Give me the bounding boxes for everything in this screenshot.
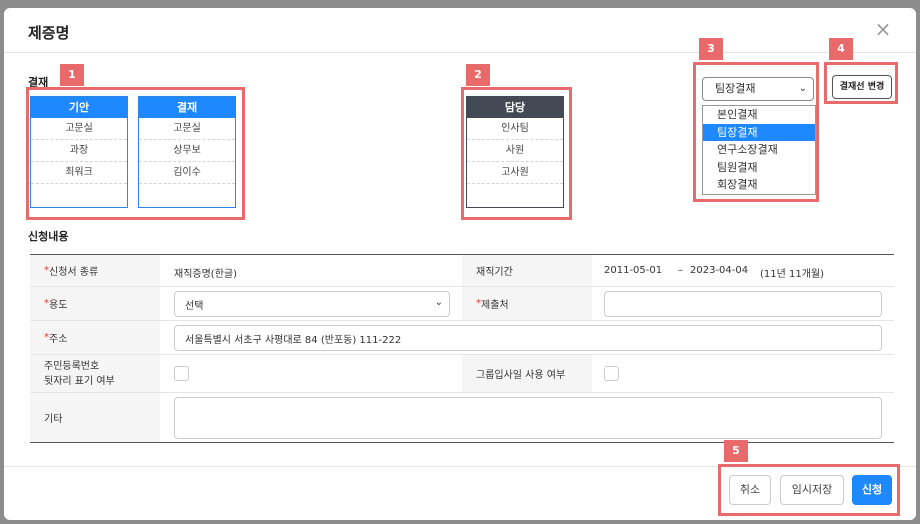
submit-button[interactable]: 신청	[852, 475, 892, 505]
annotation-badge-4: 4	[829, 38, 853, 60]
modal-title: 제증명	[28, 24, 70, 42]
address-label: * 주소	[30, 321, 160, 354]
annotation-badge-2: 2	[466, 64, 490, 86]
approval-cell: 고문실	[139, 118, 235, 140]
period-start: 2011-05-01	[604, 265, 663, 276]
handler-cell: 고사원	[467, 162, 563, 184]
period-length: (11년 11개월)	[760, 269, 825, 280]
handler-col: 담당 인사팀 사원 고사원	[466, 96, 564, 208]
etc-label: 기타	[30, 393, 160, 442]
rrn-label: 주민등록번호 뒷자리 표기 여부	[30, 355, 160, 392]
purpose-select[interactable]: 선택 ⌄	[174, 291, 450, 317]
form-row-etc: 기타	[30, 393, 894, 443]
change-approval-line-button[interactable]: 결재선 변경	[832, 75, 892, 99]
approval-col-draft: 기안 고문실 과장 최워크	[30, 96, 128, 208]
group-join-label: 그룹입사일 사용 여부	[462, 355, 592, 392]
period-end: 2023-04-04	[690, 265, 749, 276]
approval-cell: 상무보	[139, 140, 235, 162]
handler-cell	[467, 184, 563, 206]
save-draft-button[interactable]: 임시저장	[780, 475, 844, 505]
dropdown-option[interactable]: 팀원결재	[703, 159, 815, 177]
etc-textarea[interactable]	[174, 397, 882, 439]
cancel-button[interactable]: 취소	[729, 475, 771, 505]
close-icon[interactable]: ×	[872, 18, 894, 40]
dropdown-option[interactable]: 본인결재	[703, 106, 815, 124]
type-label: * 신청서 종류	[30, 255, 160, 286]
handler-cell: 인사팀	[467, 118, 563, 140]
certificate-modal: 제증명 × 결재 1 기안 고문실 과장 최워크 결재 고문실 상무보 김이수 …	[4, 8, 916, 520]
form-table: * 신청서 종류 재직증명(한글) 재직기간 2011-05-01 – 2023-…	[30, 254, 894, 443]
approval-cell	[139, 184, 235, 206]
submit-to-input[interactable]	[604, 291, 882, 317]
approval-line-select[interactable]: 팀장결재 ⌄	[702, 77, 814, 101]
approval-col-approve: 결재 고문실 상무보 김이수	[138, 96, 236, 208]
dropdown-option[interactable]: 회장결재	[703, 176, 815, 194]
approval-col-head: 기안	[31, 97, 127, 118]
approval-cell: 김이수	[139, 162, 235, 184]
form-section-label: 신청내용	[28, 230, 69, 243]
chevron-down-icon: ⌄	[798, 83, 807, 94]
handler-col-head: 담당	[467, 97, 563, 118]
approval-col-head: 결재	[139, 97, 235, 118]
group-join-checkbox[interactable]	[604, 366, 619, 381]
address-input[interactable]: 서울특별시 서초구 사평대로 84 (반포동) 111-222	[174, 325, 882, 351]
period-label: 재직기간	[462, 255, 592, 286]
annotation-badge-3: 3	[699, 38, 723, 60]
annotation-badge-1: 1	[60, 64, 84, 86]
form-row-type: * 신청서 종류 재직증명(한글) 재직기간 2011-05-01 – 2023-…	[30, 255, 894, 287]
annotation-badge-5: 5	[724, 440, 748, 462]
form-row-address: * 주소 서울특별시 서초구 사평대로 84 (반포동) 111-222	[30, 321, 894, 355]
purpose-label: * 용도	[30, 287, 160, 320]
rrn-checkbox[interactable]	[174, 366, 189, 381]
header-divider	[4, 52, 916, 53]
approval-line-dropdown: 본인결재 팀장결재 연구소장결재 팀원결재 회장결재	[702, 105, 816, 195]
dropdown-option-highlighted[interactable]: 팀장결재	[703, 123, 815, 141]
chevron-down-icon: ⌄	[434, 297, 443, 308]
handler-cell: 사원	[467, 140, 563, 162]
approval-cell: 고문실	[31, 118, 127, 140]
approval-cell: 과장	[31, 140, 127, 162]
type-value: 재직증명(한글)	[174, 269, 238, 280]
dropdown-option[interactable]: 연구소장결재	[703, 141, 815, 159]
form-row-purpose: * 용도 선택 ⌄ * 제출처	[30, 287, 894, 321]
form-row-rrn: 주민등록번호 뒷자리 표기 여부 그룹입사일 사용 여부	[30, 355, 894, 393]
approval-line-selected: 팀장결재	[715, 82, 756, 95]
period-separator: –	[678, 265, 683, 276]
approval-cell	[31, 184, 127, 206]
approval-cell: 최워크	[31, 162, 127, 184]
submit-to-label: * 제출처	[462, 287, 592, 320]
